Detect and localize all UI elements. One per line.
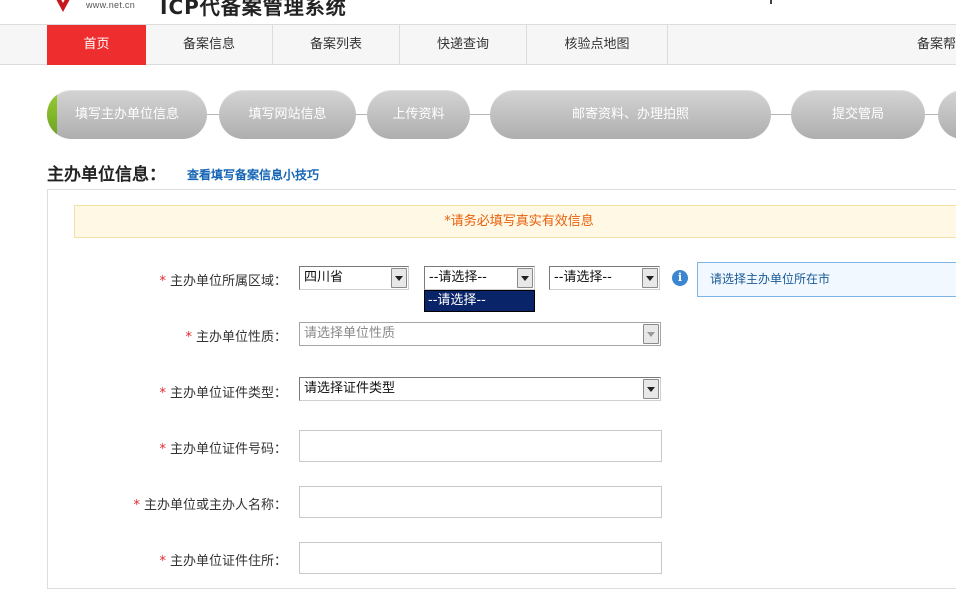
- nature-select-value: 请选择单位性质: [304, 326, 396, 341]
- chevron-down-icon[interactable]: [391, 268, 407, 288]
- section-title: 主办单位信息：: [47, 165, 166, 185]
- step-label: 提交管局: [831, 107, 884, 122]
- nature-label-text: 主办单位性质：: [195, 330, 287, 345]
- city-dropdown-option[interactable]: --请选择--: [424, 290, 535, 312]
- region-label-text: 主办单位所属区域：: [169, 274, 287, 289]
- header: www.net.cn ICP代备案管理系统: [0, 0, 956, 24]
- step-connector: [771, 114, 792, 115]
- id-address-label-text: 主办单位证件住所：: [169, 554, 287, 569]
- logo-url: www.net.cn: [86, 0, 136, 10]
- required-mark: *: [133, 498, 140, 513]
- city-select[interactable]: --请选择--: [424, 266, 535, 290]
- step-upload-materials[interactable]: 上传资料: [367, 90, 470, 139]
- nav-item-checkpoint-map[interactable]: 核验点地图: [527, 25, 668, 65]
- step-label: 上传资料: [392, 107, 445, 122]
- id-number-input[interactable]: [299, 430, 662, 462]
- city-select-value: --请选择--: [429, 270, 487, 285]
- district-select[interactable]: --请选择--: [549, 266, 660, 290]
- system-title: ICP代备案管理系统: [160, 0, 347, 19]
- step-label: 填写主办单位信息: [74, 107, 179, 122]
- step-connector: [925, 114, 939, 115]
- header-divider: [770, 0, 772, 4]
- step-label: 邮寄资料、办理拍照: [571, 107, 689, 122]
- region-label: * 主办单位所属区域：: [159, 270, 287, 289]
- province-select-value: 四川省: [304, 270, 344, 285]
- nav-item-filing-list[interactable]: 备案列表: [273, 25, 400, 65]
- id-number-label-text: 主办单位证件号码：: [169, 442, 287, 457]
- main-nav: 首页 备案信息 备案列表 快递查询 核验点地图 备案帮: [0, 24, 956, 65]
- org-name-input[interactable]: [299, 486, 662, 518]
- nav-item-express-query[interactable]: 快递查询: [400, 25, 527, 65]
- step-mail-and-photo[interactable]: 邮寄资料、办理拍照: [490, 90, 771, 139]
- org-name-label: * 主办单位或主办人名称：: [133, 494, 287, 513]
- district-select-value: --请选择--: [554, 270, 612, 285]
- id-type-select-value: 请选择证件类型: [304, 381, 396, 396]
- step-label: 填写网站信息: [248, 107, 327, 122]
- chevron-down-icon[interactable]: [643, 324, 659, 344]
- required-mark: *: [159, 554, 166, 569]
- region-hint: 请选择主办单位所在市: [697, 262, 956, 297]
- nature-select[interactable]: 请选择单位性质: [299, 322, 661, 346]
- id-type-label-text: 主办单位证件类型：: [169, 386, 287, 401]
- step-submit-bureau[interactable]: 提交管局: [791, 90, 925, 139]
- step-next-partial[interactable]: [938, 90, 956, 139]
- tips-link[interactable]: 查看填写备案信息小技巧: [187, 166, 319, 183]
- id-number-label: * 主办单位证件号码：: [159, 438, 287, 457]
- step-host-info[interactable]: 填写主办单位信息: [47, 90, 207, 139]
- nav-item-home[interactable]: 首页: [47, 25, 146, 65]
- required-mark: *: [159, 386, 166, 401]
- step-website-info[interactable]: 填写网站信息: [219, 90, 356, 139]
- required-mark: *: [159, 442, 166, 457]
- required-mark: *: [185, 330, 192, 345]
- notice-banner: *请务必填写真实有效信息: [74, 205, 956, 238]
- chevron-down-icon[interactable]: [642, 268, 658, 288]
- id-address-label: * 主办单位证件住所：: [159, 550, 287, 569]
- chevron-down-icon[interactable]: [517, 268, 533, 288]
- step-connector: [470, 114, 491, 115]
- required-mark: *: [159, 274, 166, 289]
- step-connector: [206, 114, 220, 115]
- id-address-input[interactable]: [299, 542, 662, 574]
- nav-item-filing-info[interactable]: 备案信息: [146, 25, 273, 65]
- chevron-down-icon[interactable]: [643, 379, 659, 399]
- province-select[interactable]: 四川省: [299, 266, 409, 290]
- info-icon: i: [672, 270, 688, 286]
- nav-item-filing-help[interactable]: 备案帮: [668, 25, 956, 65]
- id-type-select[interactable]: 请选择证件类型: [299, 377, 661, 401]
- id-type-label: * 主办单位证件类型：: [159, 382, 287, 401]
- org-name-label-text: 主办单位或主办人名称：: [143, 498, 287, 513]
- logo-icon[interactable]: [48, 0, 78, 14]
- step-current-indicator: [47, 90, 57, 139]
- nature-label: * 主办单位性质：: [185, 326, 287, 345]
